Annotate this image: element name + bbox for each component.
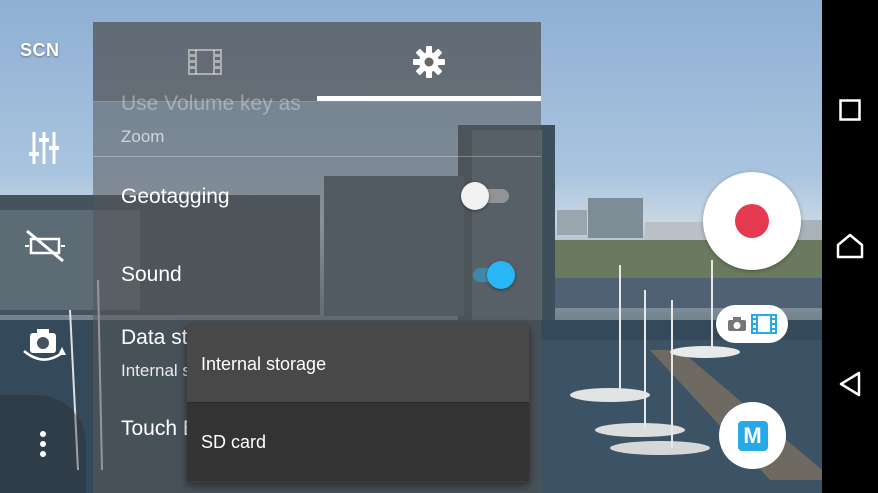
- storage-option-sd-card[interactable]: SD card: [187, 403, 529, 481]
- sound-label[interactable]: Sound: [121, 263, 182, 287]
- tab-video[interactable]: [93, 22, 317, 102]
- record-icon: [735, 204, 769, 238]
- camera-icon: [728, 317, 746, 331]
- tab-settings[interactable]: [317, 22, 541, 102]
- sound-toggle[interactable]: [465, 260, 515, 290]
- recents-button[interactable]: [822, 80, 878, 140]
- record-button[interactable]: [703, 172, 801, 270]
- scene-selection-button[interactable]: SCN: [20, 40, 60, 61]
- row-divider: [93, 156, 541, 157]
- geotagging-toggle[interactable]: [461, 181, 511, 211]
- navigation-bar: [822, 0, 878, 493]
- manual-adjust-icon[interactable]: [24, 128, 64, 168]
- manual-mode-label: M: [737, 420, 768, 451]
- geotagging-label[interactable]: Geotagging: [121, 185, 230, 209]
- manual-mode-button[interactable]: M: [719, 402, 786, 469]
- film-icon: [188, 49, 222, 75]
- back-icon: [839, 371, 861, 397]
- back-button[interactable]: [822, 354, 878, 414]
- gear-icon: [413, 46, 445, 78]
- switch-camera-icon[interactable]: [22, 326, 66, 366]
- home-button[interactable]: [822, 216, 878, 276]
- volume-key-label[interactable]: Use Volume key as: [121, 92, 301, 116]
- more-options-icon: [40, 431, 46, 457]
- settings-tabs: [93, 22, 541, 102]
- volume-key-value: Zoom: [121, 127, 165, 146]
- recents-icon: [839, 99, 861, 121]
- flash-off-icon[interactable]: [22, 228, 68, 264]
- storage-option-internal[interactable]: Internal storage: [187, 325, 529, 403]
- storage-options-popup: Internal storage SD card: [187, 325, 529, 483]
- video-mode-icon: [751, 314, 777, 334]
- photo-video-switch[interactable]: [716, 305, 788, 343]
- home-icon: [836, 233, 864, 259]
